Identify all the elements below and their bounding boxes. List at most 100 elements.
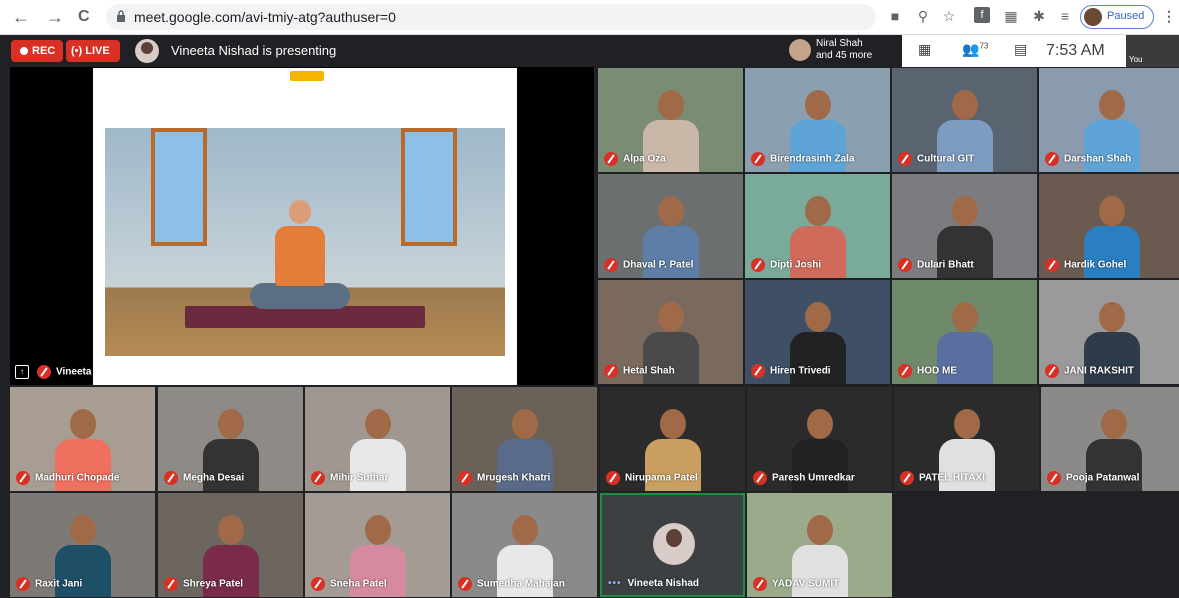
participant-head [70, 515, 96, 545]
participant-tile[interactable]: Shreya Patel [158, 493, 303, 597]
participant-label: Hardik Gohel [1045, 258, 1126, 272]
participant-tile[interactable]: Birendrasinh Zala [745, 68, 890, 172]
participant-tile[interactable]: ••• Vineeta Nishad [600, 493, 745, 597]
participant-tile[interactable]: Cultural GIT [892, 68, 1037, 172]
participant-name: Mihir Suthar [330, 472, 389, 484]
participant-name: Mrugesh Khatri [477, 472, 551, 484]
menu-icon[interactable]: ⋮ [1160, 7, 1178, 25]
participant-tile[interactable]: Pooja Patanwal [1041, 387, 1179, 491]
mic-off-icon [1045, 258, 1059, 272]
lock-icon [117, 10, 125, 22]
participant-tile[interactable]: HOD ME [892, 280, 1037, 384]
participant-name: Dulari Bhatt [917, 259, 974, 271]
grid-extension-icon[interactable]: ▦ [1002, 7, 1020, 25]
extension-f-icon[interactable]: f [974, 7, 990, 23]
participant-label: Mihir Suthar [311, 471, 388, 485]
url-text: meet.google.com/avi-tmiy-atg?authuser=0 [134, 9, 396, 25]
participant-name: Alpa Oza [623, 153, 666, 165]
participant-label: Dipti Joshi [751, 258, 821, 272]
participant-label: Cultural GIT [898, 152, 974, 166]
participant-tile[interactable]: Hiren Trivedi [745, 280, 890, 384]
participant-name: YADAV SUMIT [772, 578, 840, 590]
participant-head [1099, 302, 1125, 332]
presentation-stage: ↑ Vineeta Nishad [10, 67, 594, 385]
presenting-text: Vineeta Nishad is presenting [171, 43, 337, 58]
mute-icon [37, 365, 51, 379]
participant-head [805, 302, 831, 332]
mic-off-icon [898, 364, 912, 378]
mic-off-icon [1045, 152, 1059, 166]
participant-tile[interactable]: Sumedha Mahajan [452, 493, 597, 597]
address-bar[interactable]: meet.google.com/avi-tmiy-atg?authuser=0 [106, 4, 876, 30]
puzzle-icon[interactable]: ✱ [1030, 7, 1048, 25]
participant-tile[interactable]: Dipti Joshi [745, 174, 890, 278]
chat-icon[interactable]: ▤ [1014, 41, 1027, 58]
participant-name: JANI RAKSHIT [1064, 365, 1135, 377]
media-icon[interactable]: ≡ [1056, 7, 1074, 25]
participant-head [952, 90, 978, 120]
participant-tile[interactable]: Darshan Shah [1039, 68, 1179, 172]
participant-tile[interactable]: Alpa Oza [598, 68, 743, 172]
profile-avatar [1084, 8, 1102, 26]
instructor-body [275, 226, 325, 286]
participant-label: Raxit Jani [16, 577, 82, 591]
mic-off-icon [1047, 471, 1061, 485]
paused-label: Paused [1107, 10, 1145, 22]
back-icon[interactable]: ← [12, 6, 30, 28]
present-icon[interactable]: ↑ [15, 365, 29, 379]
mic-off-icon [606, 471, 620, 485]
participant-tile[interactable]: YADAV SUMIT [747, 493, 892, 597]
recording-badge: REC [11, 40, 63, 62]
participant-tile[interactable]: Nirupama Patel [600, 387, 745, 491]
participant-tile[interactable]: Madhuri Chopade [10, 387, 155, 491]
participant-tile[interactable]: Mrugesh Khatri [452, 387, 597, 491]
reload-icon[interactable]: C [78, 6, 90, 28]
mic-off-icon [164, 471, 178, 485]
mic-off-icon [311, 577, 325, 591]
layout-grid-icon[interactable]: ▦ [918, 41, 931, 58]
forward-icon[interactable]: → [46, 6, 64, 28]
star-icon[interactable]: ☆ [940, 7, 958, 25]
participant-tile[interactable]: Paresh Umredkar [747, 387, 892, 491]
participant-name: Nirupama Patel [625, 472, 698, 484]
others-text: Niral Shah and 45 more [816, 38, 872, 62]
participant-tile[interactable]: Dhaval P. Patel [598, 174, 743, 278]
participant-name: Pooja Patanwal [1066, 472, 1140, 484]
participant-tile[interactable]: PATEL HITAXI [894, 387, 1039, 491]
mic-off-icon [604, 364, 618, 378]
participant-tile[interactable]: Raxit Jani [10, 493, 155, 597]
participant-tile[interactable]: Mihir Suthar [305, 387, 450, 491]
participant-head [805, 196, 831, 226]
participant-name: Shreya Patel [183, 578, 244, 590]
speaking-icon: ••• [608, 577, 622, 589]
participant-label: Birendrasinh Zala [751, 152, 854, 166]
profile-paused-button[interactable]: Paused [1080, 5, 1154, 29]
participant-tile[interactable]: Megha Desai [158, 387, 303, 491]
mic-off-icon [900, 471, 914, 485]
participant-head [952, 196, 978, 226]
participant-tile[interactable]: Hetal Shah [598, 280, 743, 384]
participant-head [954, 409, 980, 439]
participant-tile[interactable]: JANI RAKSHIT [1039, 280, 1179, 384]
participant-label: Hiren Trivedi [751, 364, 831, 378]
participant-head [658, 302, 684, 332]
participant-head [658, 90, 684, 120]
people-icon[interactable]: 👥73 [962, 41, 988, 58]
camera-icon[interactable]: ■ [886, 7, 904, 25]
participant-label: Darshan Shah [1045, 152, 1131, 166]
presenter-name: Vineeta Nishad [56, 366, 128, 378]
participant-head [807, 515, 833, 545]
participant-head [658, 196, 684, 226]
participant-head [805, 90, 831, 120]
participant-tile[interactable]: Sneha Patel [305, 493, 450, 597]
self-view-tile[interactable]: You [1126, 35, 1179, 67]
zoom-icon[interactable]: ⚲ [914, 7, 932, 25]
participant-head [365, 515, 391, 545]
participant-tile[interactable]: Hardik Gohel [1039, 174, 1179, 278]
others-name: Niral Shah [816, 38, 863, 49]
participant-tile[interactable]: Dulari Bhatt [892, 174, 1037, 278]
live-badge: (•) LIVE [66, 40, 120, 62]
instructor-legs [250, 283, 350, 309]
participant-label: PATEL HITAXI [900, 471, 985, 485]
participant-head [512, 409, 538, 439]
